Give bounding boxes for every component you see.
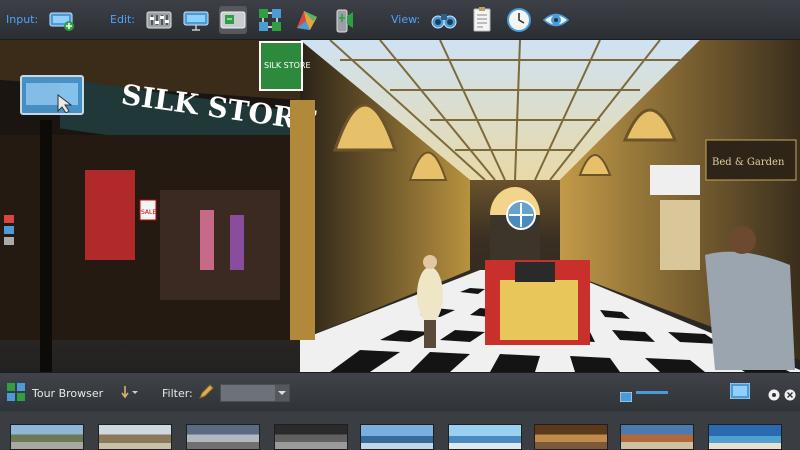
zoom-small-icon[interactable]	[619, 387, 633, 403]
edge-marker-blue[interactable]	[4, 226, 14, 234]
panel-close-icon[interactable]	[784, 386, 796, 401]
arcade-panorama-image: SILK STORE SALE SILK STORE Bed & Garden	[0, 40, 800, 372]
preview-eye-icon[interactable]	[542, 6, 570, 34]
price-tag-text: SALE	[141, 209, 156, 216]
tour-thumbnail-7[interactable]	[534, 424, 608, 450]
hanging-sign-text: SILK STORE	[264, 61, 311, 70]
add-panorama-icon[interactable]	[48, 6, 76, 34]
edge-marker-gray[interactable]	[4, 237, 14, 245]
panorama-edit-icon[interactable]	[182, 6, 210, 34]
filter-select[interactable]	[220, 384, 290, 402]
left-edge-toolbar	[4, 215, 18, 255]
tour-browser-title: Tour Browser	[32, 387, 104, 400]
preview-clock-icon[interactable]	[505, 6, 533, 34]
panorama-viewer[interactable]: SILK STORE SALE SILK STORE Bed & Garden	[0, 40, 800, 372]
tour-thumbnail-5[interactable]	[360, 424, 434, 450]
tour-thumbnail-6[interactable]	[448, 424, 522, 450]
app-window: Input: Edit: View: SILK STORE SALE SILK …	[0, 0, 800, 450]
tour-browser-bar: Tour Browser Filter:	[0, 373, 800, 411]
tour-thumbnail-3[interactable]	[186, 424, 260, 450]
sort-dropdown-icon[interactable]	[120, 383, 140, 401]
color-palette-icon[interactable]	[293, 6, 321, 34]
tour-thumbnail-1[interactable]	[10, 424, 84, 450]
tour-map-icon[interactable]	[256, 6, 284, 34]
panorama-nav-widget[interactable]	[20, 75, 84, 115]
edit-label: Edit:	[110, 13, 136, 26]
hotspot-edit-icon[interactable]	[219, 6, 247, 34]
thumbnail-size-slider[interactable]	[636, 391, 668, 394]
shop-sign-text: Bed & Garden	[712, 157, 785, 168]
edge-marker-red[interactable]	[4, 215, 14, 223]
publish-upload-icon[interactable]	[330, 6, 358, 34]
binoculars-icon[interactable]	[430, 6, 458, 34]
adjust-levels-icon[interactable]	[145, 6, 173, 34]
tour-thumbnail-9[interactable]	[708, 424, 782, 450]
filter-pencil-icon[interactable]	[198, 384, 214, 400]
tour-thumbnail-2[interactable]	[98, 424, 172, 450]
filter-label: Filter:	[162, 387, 193, 400]
input-label: Input:	[6, 13, 39, 26]
cursor-arrow-icon	[26, 83, 78, 114]
tour-thumbnail-4[interactable]	[274, 424, 348, 450]
view-label: View:	[391, 13, 421, 26]
tour-thumbnail-8[interactable]	[620, 424, 694, 450]
panel-settings-icon[interactable]	[768, 386, 780, 401]
zoom-large-icon[interactable]	[729, 382, 751, 400]
tour-browser-icon	[6, 382, 26, 402]
chevron-down-icon[interactable]	[275, 385, 289, 401]
properties-document-icon[interactable]	[468, 6, 496, 34]
thumbnail-strip	[0, 412, 800, 450]
main-toolbar: Input: Edit: View:	[0, 0, 800, 40]
